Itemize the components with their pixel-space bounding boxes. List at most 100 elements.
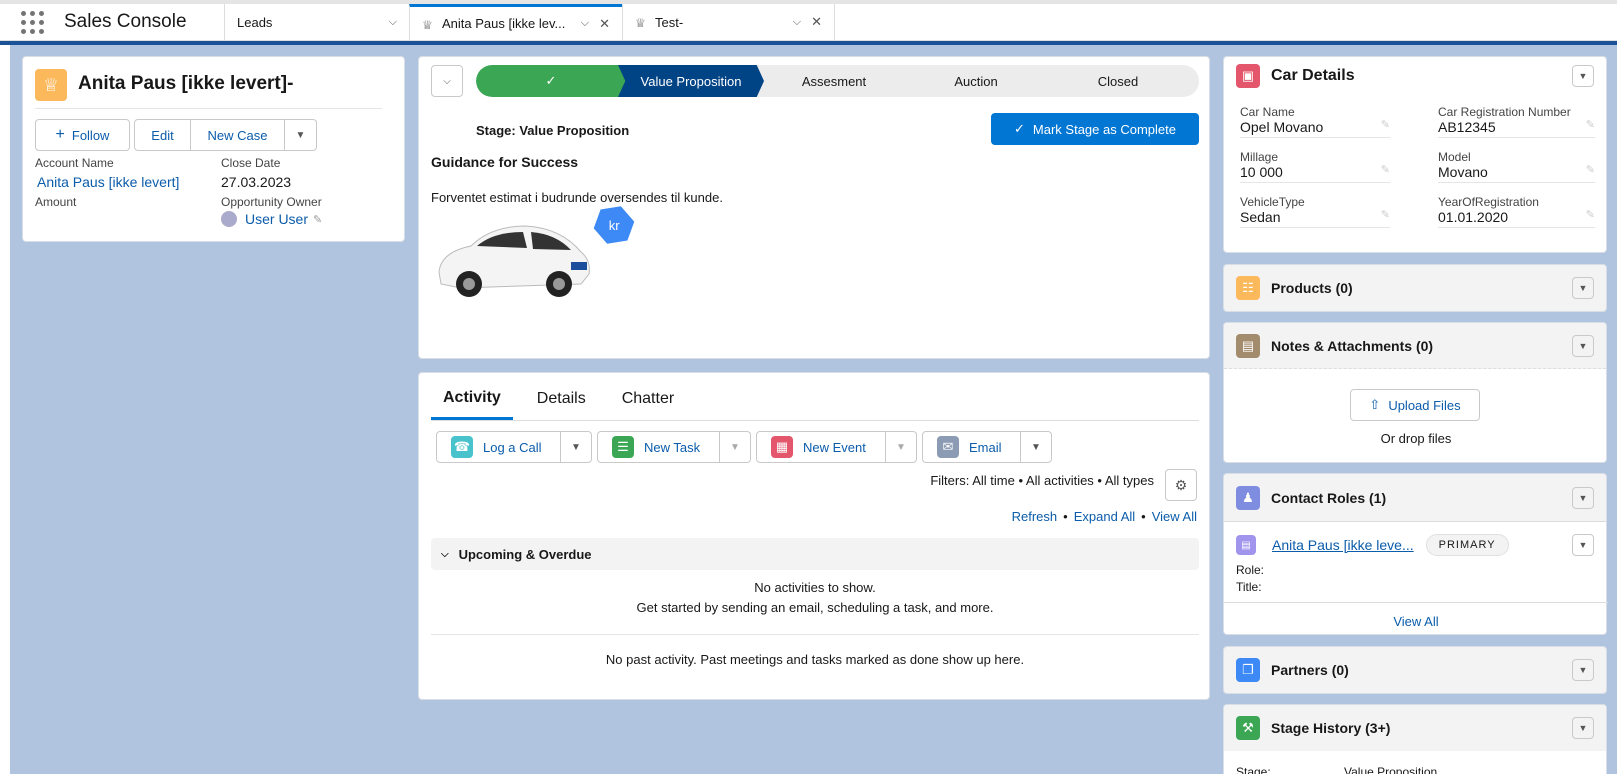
tab-label: Leads: [237, 14, 273, 30]
more-actions-button[interactable]: ▼: [285, 119, 317, 151]
pencil-icon[interactable]: ✎: [1586, 163, 1595, 176]
new-event-button[interactable]: ▦ New Event: [756, 431, 886, 463]
tab-activity[interactable]: Activity: [431, 389, 513, 420]
upload-files-button[interactable]: ⇧ Upload Files: [1350, 389, 1480, 421]
year-of-registration-field: YearOfRegistration 01.01.2020 ✎: [1438, 195, 1595, 228]
app-name: Sales Console: [64, 11, 187, 32]
log-call-menu-button[interactable]: ▼: [561, 431, 592, 463]
contact-roles-icon: ♟: [1236, 485, 1260, 510]
card-title: Car Details: [1271, 67, 1355, 84]
expand-all-link[interactable]: Expand All: [1074, 509, 1135, 524]
refresh-link[interactable]: Refresh: [1012, 509, 1058, 524]
vehicle-type-field: VehicleType Sedan ✎: [1240, 195, 1390, 228]
chevron-down-icon[interactable]: ▼: [1572, 277, 1594, 299]
path-toggle-button[interactable]: ⌵: [431, 65, 463, 97]
path-stage-complete[interactable]: ✓: [476, 65, 626, 97]
separator: •: [1063, 509, 1068, 524]
owner-link[interactable]: User User: [245, 211, 308, 227]
view-all-link[interactable]: View All: [1224, 614, 1608, 629]
chevron-down-icon[interactable]: ▼: [1572, 334, 1594, 357]
chevron-down-icon[interactable]: ⌵: [389, 16, 397, 29]
get-started-text: Get started by sending an email, schedul…: [636, 600, 994, 615]
no-past-activity-text: No past activity. Past meetings and task…: [605, 652, 1025, 667]
follow-button[interactable]: + Follow: [35, 119, 130, 151]
chevron-down-icon[interactable]: ⌵: [581, 17, 589, 30]
upcoming-section[interactable]: ⌵ Upcoming & Overdue: [431, 538, 1199, 570]
path-stage[interactable]: Auction: [906, 65, 1046, 97]
chevron-down-icon[interactable]: ▼: [1572, 65, 1594, 87]
path-stage[interactable]: Assesment: [764, 65, 904, 97]
avatar: [221, 211, 237, 227]
check-icon: ✓: [545, 73, 557, 88]
tab-test[interactable]: ♕ Test- ⌵ ✕: [622, 4, 835, 40]
card-title[interactable]: Stage History (3+): [1271, 720, 1390, 736]
card-title[interactable]: Products (0): [1271, 280, 1353, 296]
global-nav: Sales Console Leads ⌵ ♕ Anita Paus [ikke…: [0, 0, 1617, 41]
stage-label: Stage:: [1236, 765, 1271, 774]
title-label: Title:: [1236, 580, 1262, 594]
path-bar: ✓ Value Proposition Assesment Auction Cl…: [476, 65, 1199, 97]
opportunity-icon: ♕: [635, 16, 646, 30]
card-title[interactable]: Contact Roles (1): [1271, 490, 1386, 506]
price-badge: kr: [588, 199, 639, 250]
path-stage[interactable]: Closed: [1048, 65, 1188, 97]
chevron-down-icon[interactable]: ⌵: [793, 16, 801, 29]
upload-icon: ⇧: [1369, 397, 1381, 412]
tab-opportunity-anita[interactable]: ♕ Anita Paus [ikke lev... ⌵ ✕: [409, 4, 622, 40]
new-event-menu-button[interactable]: ▼: [886, 431, 917, 463]
gear-icon[interactable]: ⚙: [1165, 469, 1197, 501]
change-owner-icon[interactable]: ✎: [313, 213, 322, 226]
tab-leads[interactable]: Leads ⌵: [224, 4, 409, 40]
pencil-icon[interactable]: ✎: [1586, 208, 1595, 221]
guidance-title: Guidance for Success: [431, 154, 579, 170]
no-activities-text: No activities to show.: [754, 580, 876, 595]
amount-label: Amount: [35, 195, 77, 209]
mark-stage-complete-button[interactable]: ✓ Mark Stage as Complete: [991, 113, 1199, 145]
chevron-down-icon[interactable]: ▼: [1572, 486, 1594, 509]
contact-icon: ▤: [1236, 535, 1256, 555]
new-task-menu-button[interactable]: ▼: [720, 431, 751, 463]
card-title[interactable]: Partners (0): [1271, 662, 1349, 678]
wrench-icon: ⚒: [1236, 716, 1260, 740]
model-field: Model Movano ✎: [1438, 150, 1595, 183]
pencil-icon[interactable]: ✎: [1586, 118, 1595, 131]
account-name-link[interactable]: Anita Paus [ikke levert]: [37, 174, 179, 190]
pencil-icon[interactable]: ✎: [1381, 118, 1390, 131]
view-all-link[interactable]: View All: [1152, 509, 1197, 524]
console-band: [0, 41, 1617, 45]
close-icon[interactable]: ✕: [599, 16, 610, 32]
car-icon: ▣: [1236, 64, 1260, 88]
email-button[interactable]: ✉ Email: [922, 431, 1021, 463]
close-date-label: Close Date: [221, 156, 281, 170]
new-case-button[interactable]: New Case: [191, 119, 285, 151]
phone-icon: ☎: [451, 436, 473, 458]
millage-field: Millage 10 000 ✎: [1240, 150, 1390, 183]
new-task-button[interactable]: ☰ New Task: [597, 431, 720, 463]
chevron-down-icon[interactable]: ▼: [1572, 717, 1594, 739]
drop-files-text: Or drop files: [1380, 431, 1452, 446]
log-call-button[interactable]: ☎ Log a Call: [436, 431, 561, 463]
tab-details[interactable]: Details: [525, 390, 598, 420]
calendar-icon: ▦: [771, 436, 793, 458]
tab-chatter[interactable]: Chatter: [610, 390, 686, 420]
record-header: ♕ Anita Paus [ikke levert]- + Follow Edit…: [22, 56, 405, 242]
email-menu-button[interactable]: ▼: [1021, 431, 1052, 463]
email-icon: ✉: [937, 436, 959, 458]
pencil-icon[interactable]: ✎: [1381, 163, 1390, 176]
opportunity-icon: ♕: [422, 17, 433, 32]
activity-card: Activity Details Chatter ☎ Log a Call ▼ ☰…: [418, 372, 1210, 700]
app-launcher-icon[interactable]: [20, 10, 44, 34]
record-title: Anita Paus [ikke levert]-: [78, 73, 294, 94]
contact-row-menu-button[interactable]: ▼: [1572, 534, 1594, 556]
path-stage-current[interactable]: Value Proposition: [618, 65, 764, 97]
notes-icon: ▤: [1236, 333, 1260, 358]
guidance-text: Forventet estimat i budrunde oversendes …: [431, 190, 723, 205]
contact-link[interactable]: Anita Paus [ikke leve...: [1272, 537, 1414, 553]
partners-card: ❐ Partners (0) ▼: [1223, 646, 1607, 694]
edit-button[interactable]: Edit: [134, 119, 191, 151]
close-icon[interactable]: ✕: [811, 14, 822, 30]
chevron-down-icon[interactable]: ▼: [1572, 659, 1594, 681]
pencil-icon[interactable]: ✎: [1381, 208, 1390, 221]
chevron-down-icon: ⌵: [441, 548, 449, 560]
card-title[interactable]: Notes & Attachments (0): [1271, 338, 1433, 354]
